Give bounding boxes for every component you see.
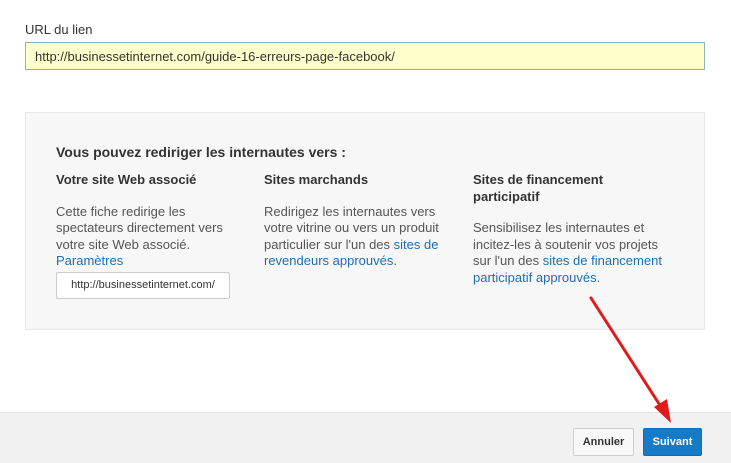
column-merchant-sites: Sites marchands Redirigez les internaute…: [264, 172, 454, 270]
column-text: Cette fiche redirige les spectateurs dir…: [56, 204, 246, 270]
column-suffix: .: [596, 269, 601, 285]
column-suffix: .: [393, 253, 397, 268]
dialog-footer: Annuler Suivant: [0, 412, 731, 463]
column-crowdfunding-sites: Sites de financement participatif Sensib…: [473, 172, 673, 286]
panel-title: Vous pouvez rediriger les internautes ve…: [56, 144, 346, 160]
url-input[interactable]: [25, 42, 705, 70]
column-text: Sensibilisez les internautes et incitez-…: [473, 220, 673, 286]
settings-link[interactable]: Paramètres: [56, 253, 123, 268]
column-description: Cette fiche redirige les spectateurs dir…: [56, 203, 223, 252]
cancel-button[interactable]: Annuler: [573, 428, 634, 456]
redirect-info-panel: Vous pouvez rediriger les internautes ve…: [25, 112, 705, 330]
column-associated-site: Votre site Web associé Cette fiche redir…: [56, 172, 246, 270]
column-heading: Votre site Web associé: [56, 172, 197, 187]
next-button[interactable]: Suivant: [643, 428, 702, 456]
column-text: Redirigez les internautes vers votre vit…: [264, 204, 454, 270]
column-heading: Sites marchands: [264, 172, 369, 187]
column-heading: Sites de financement participatif: [473, 172, 604, 204]
associated-site-chip: http://businessetinternet.com/: [56, 272, 230, 299]
url-label: URL du lien: [25, 22, 93, 37]
